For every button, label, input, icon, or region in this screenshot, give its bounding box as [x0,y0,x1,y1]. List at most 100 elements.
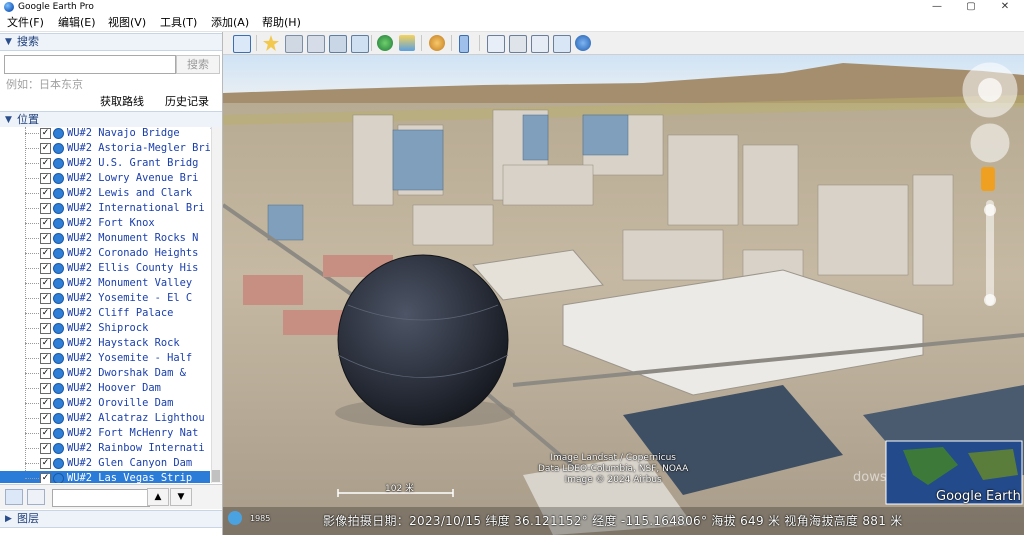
move-joystick[interactable] [971,124,1009,162]
earth-view-icon[interactable] [575,35,591,51]
list-item[interactable]: ✓ WU#2 Astoria-Megler Bri [0,141,210,156]
search-input[interactable] [4,55,176,74]
panel-toggle-icon[interactable] [27,489,45,505]
record-tour-icon[interactable] [351,35,369,53]
list-item[interactable]: ✓ WU#2 Rainbow Internati [0,441,210,456]
collapse-triangle-icon[interactable]: ▼ [5,34,12,50]
placemark-icon [53,473,64,483]
visibility-checkbox[interactable]: ✓ [40,458,51,469]
look-joystick[interactable] [963,63,1017,117]
polygon-icon[interactable] [285,35,303,53]
street-view-pegman-icon[interactable] [981,167,995,191]
visibility-checkbox[interactable]: ✓ [40,443,51,454]
search-button[interactable]: 搜索 [176,55,220,74]
movie-maker-icon[interactable] [553,35,571,53]
list-item[interactable]: ✓ WU#2 Fort Knox [0,216,210,231]
list-item[interactable]: ✓ WU#2 Yosemite - Half [0,351,210,366]
history-link[interactable]: 历史记录 [165,93,209,109]
sidebar-toggle-icon[interactable] [233,35,251,53]
list-item[interactable]: ✓ WU#2 Yosemite - El C [0,291,210,306]
list-item[interactable]: ✓ WU#2 Dworshak Dam & [0,366,210,381]
visibility-checkbox[interactable]: ✓ [40,248,51,259]
place-label: WU#2 Rainbow Internati [67,442,205,454]
menu-view[interactable]: 视图(V) [108,15,146,30]
scrollbar-thumb[interactable] [212,470,220,482]
toolbar-separator [421,35,422,51]
menu-edit[interactable]: 编辑(E) [58,15,96,30]
place-label: WU#2 Yosemite - El C [67,292,193,304]
list-item[interactable]: ✓ WU#2 Monument Valley [0,276,210,291]
list-item[interactable]: ✓ WU#2 Coronado Heights [0,246,210,261]
email-icon[interactable] [487,35,505,53]
visibility-checkbox[interactable]: ✓ [40,263,51,274]
expand-triangle-icon[interactable]: ▶ [5,511,12,527]
image-overlay-icon[interactable] [329,35,347,53]
list-item[interactable]: ✓ WU#2 U.S. Grant Bridg [0,156,210,171]
visibility-checkbox[interactable]: ✓ [40,308,51,319]
visibility-checkbox[interactable]: ✓ [40,383,51,394]
visibility-checkbox[interactable]: ✓ [40,173,51,184]
visibility-checkbox[interactable]: ✓ [40,398,51,409]
places-scrollbar[interactable] [211,127,222,483]
place-label: WU#2 Glen Canyon Dam [67,457,193,469]
visibility-checkbox[interactable]: ✓ [40,428,51,439]
save-image-icon[interactable] [531,35,549,53]
list-item[interactable]: ✓ WU#2 Monument Rocks N [0,231,210,246]
print-icon[interactable] [509,35,527,53]
list-item[interactable]: ✓ WU#2 Glen Canyon Dam [0,456,210,471]
visibility-checkbox[interactable]: ✓ [40,338,51,349]
layers-section-header[interactable]: ▶ 图层 [0,510,222,528]
placemark-icon[interactable] [263,35,279,51]
visibility-checkbox[interactable]: ✓ [40,203,51,214]
list-item[interactable]: ✓ WU#2 Ellis County His [0,261,210,276]
visibility-checkbox[interactable]: ✓ [40,233,51,244]
planets-icon[interactable] [429,35,445,51]
historical-imagery-icon[interactable] [377,35,393,51]
visibility-checkbox[interactable]: ✓ [40,278,51,289]
visibility-checkbox[interactable]: ✓ [40,143,51,154]
list-item[interactable]: ✓ WU#2 Fort McHenry Nat [0,426,210,441]
places-filter-input[interactable] [52,489,150,507]
move-up-button[interactable]: ▲ [147,488,169,506]
menu-help[interactable]: 帮助(H) [262,15,301,30]
zoom-slider[interactable] [983,200,997,305]
visibility-checkbox[interactable]: ✓ [40,158,51,169]
visibility-checkbox[interactable]: ✓ [40,368,51,379]
list-item[interactable]: ✓ WU#2 Alcatraz Lighthou [0,411,210,426]
maximize-button[interactable]: ▢ [954,0,988,14]
list-item[interactable]: ✓ WU#2 Oroville Dam [0,396,210,411]
list-item[interactable]: ✓ WU#2 Shiprock [0,321,210,336]
menu-add[interactable]: 添加(A) [211,15,249,30]
visibility-checkbox[interactable]: ✓ [40,413,51,424]
list-item[interactable]: ✓ WU#2 Lowry Avenue Bri [0,171,210,186]
list-item[interactable]: ✓ WU#2 Las Vegas Strip [0,471,210,483]
list-item[interactable]: ✓ WU#2 Cliff Palace [0,306,210,321]
visibility-checkbox[interactable]: ✓ [40,188,51,199]
search-icon[interactable] [5,489,23,505]
visibility-checkbox[interactable]: ✓ [40,128,51,139]
ruler-icon[interactable] [459,35,469,53]
list-item[interactable]: ✓ WU#2 Hoover Dam [0,381,210,396]
get-directions-link[interactable]: 获取路线 [100,93,144,109]
placemark-icon [53,308,64,319]
visibility-checkbox[interactable]: ✓ [40,293,51,304]
visibility-checkbox[interactable]: ✓ [40,353,51,364]
list-item[interactable]: ✓ WU#2 Lewis and Clark [0,186,210,201]
menu-file[interactable]: 文件(F) [7,15,44,30]
list-item[interactable]: ✓ WU#2 Navajo Bridge [0,127,210,141]
collapse-triangle-icon[interactable]: ▼ [5,112,12,128]
sunlight-icon[interactable] [399,35,415,51]
visibility-checkbox[interactable]: ✓ [40,218,51,229]
overview-map[interactable] [886,441,1022,504]
menu-tools[interactable]: 工具(T) [160,15,197,30]
minimize-button[interactable]: — [920,0,954,14]
search-section-header[interactable]: ▼ 搜索 [0,33,222,51]
visibility-checkbox[interactable]: ✓ [40,473,51,483]
visibility-checkbox[interactable]: ✓ [40,323,51,334]
list-item[interactable]: ✓ WU#2 Haystack Rock [0,336,210,351]
map-view[interactable]: Image Landsat / Copernicus Data LDEO-Col… [223,55,1024,535]
list-item[interactable]: ✓ WU#2 International Bri [0,201,210,216]
move-down-button[interactable]: ▼ [170,488,192,506]
path-icon[interactable] [307,35,325,53]
close-button[interactable]: ✕ [988,0,1022,14]
